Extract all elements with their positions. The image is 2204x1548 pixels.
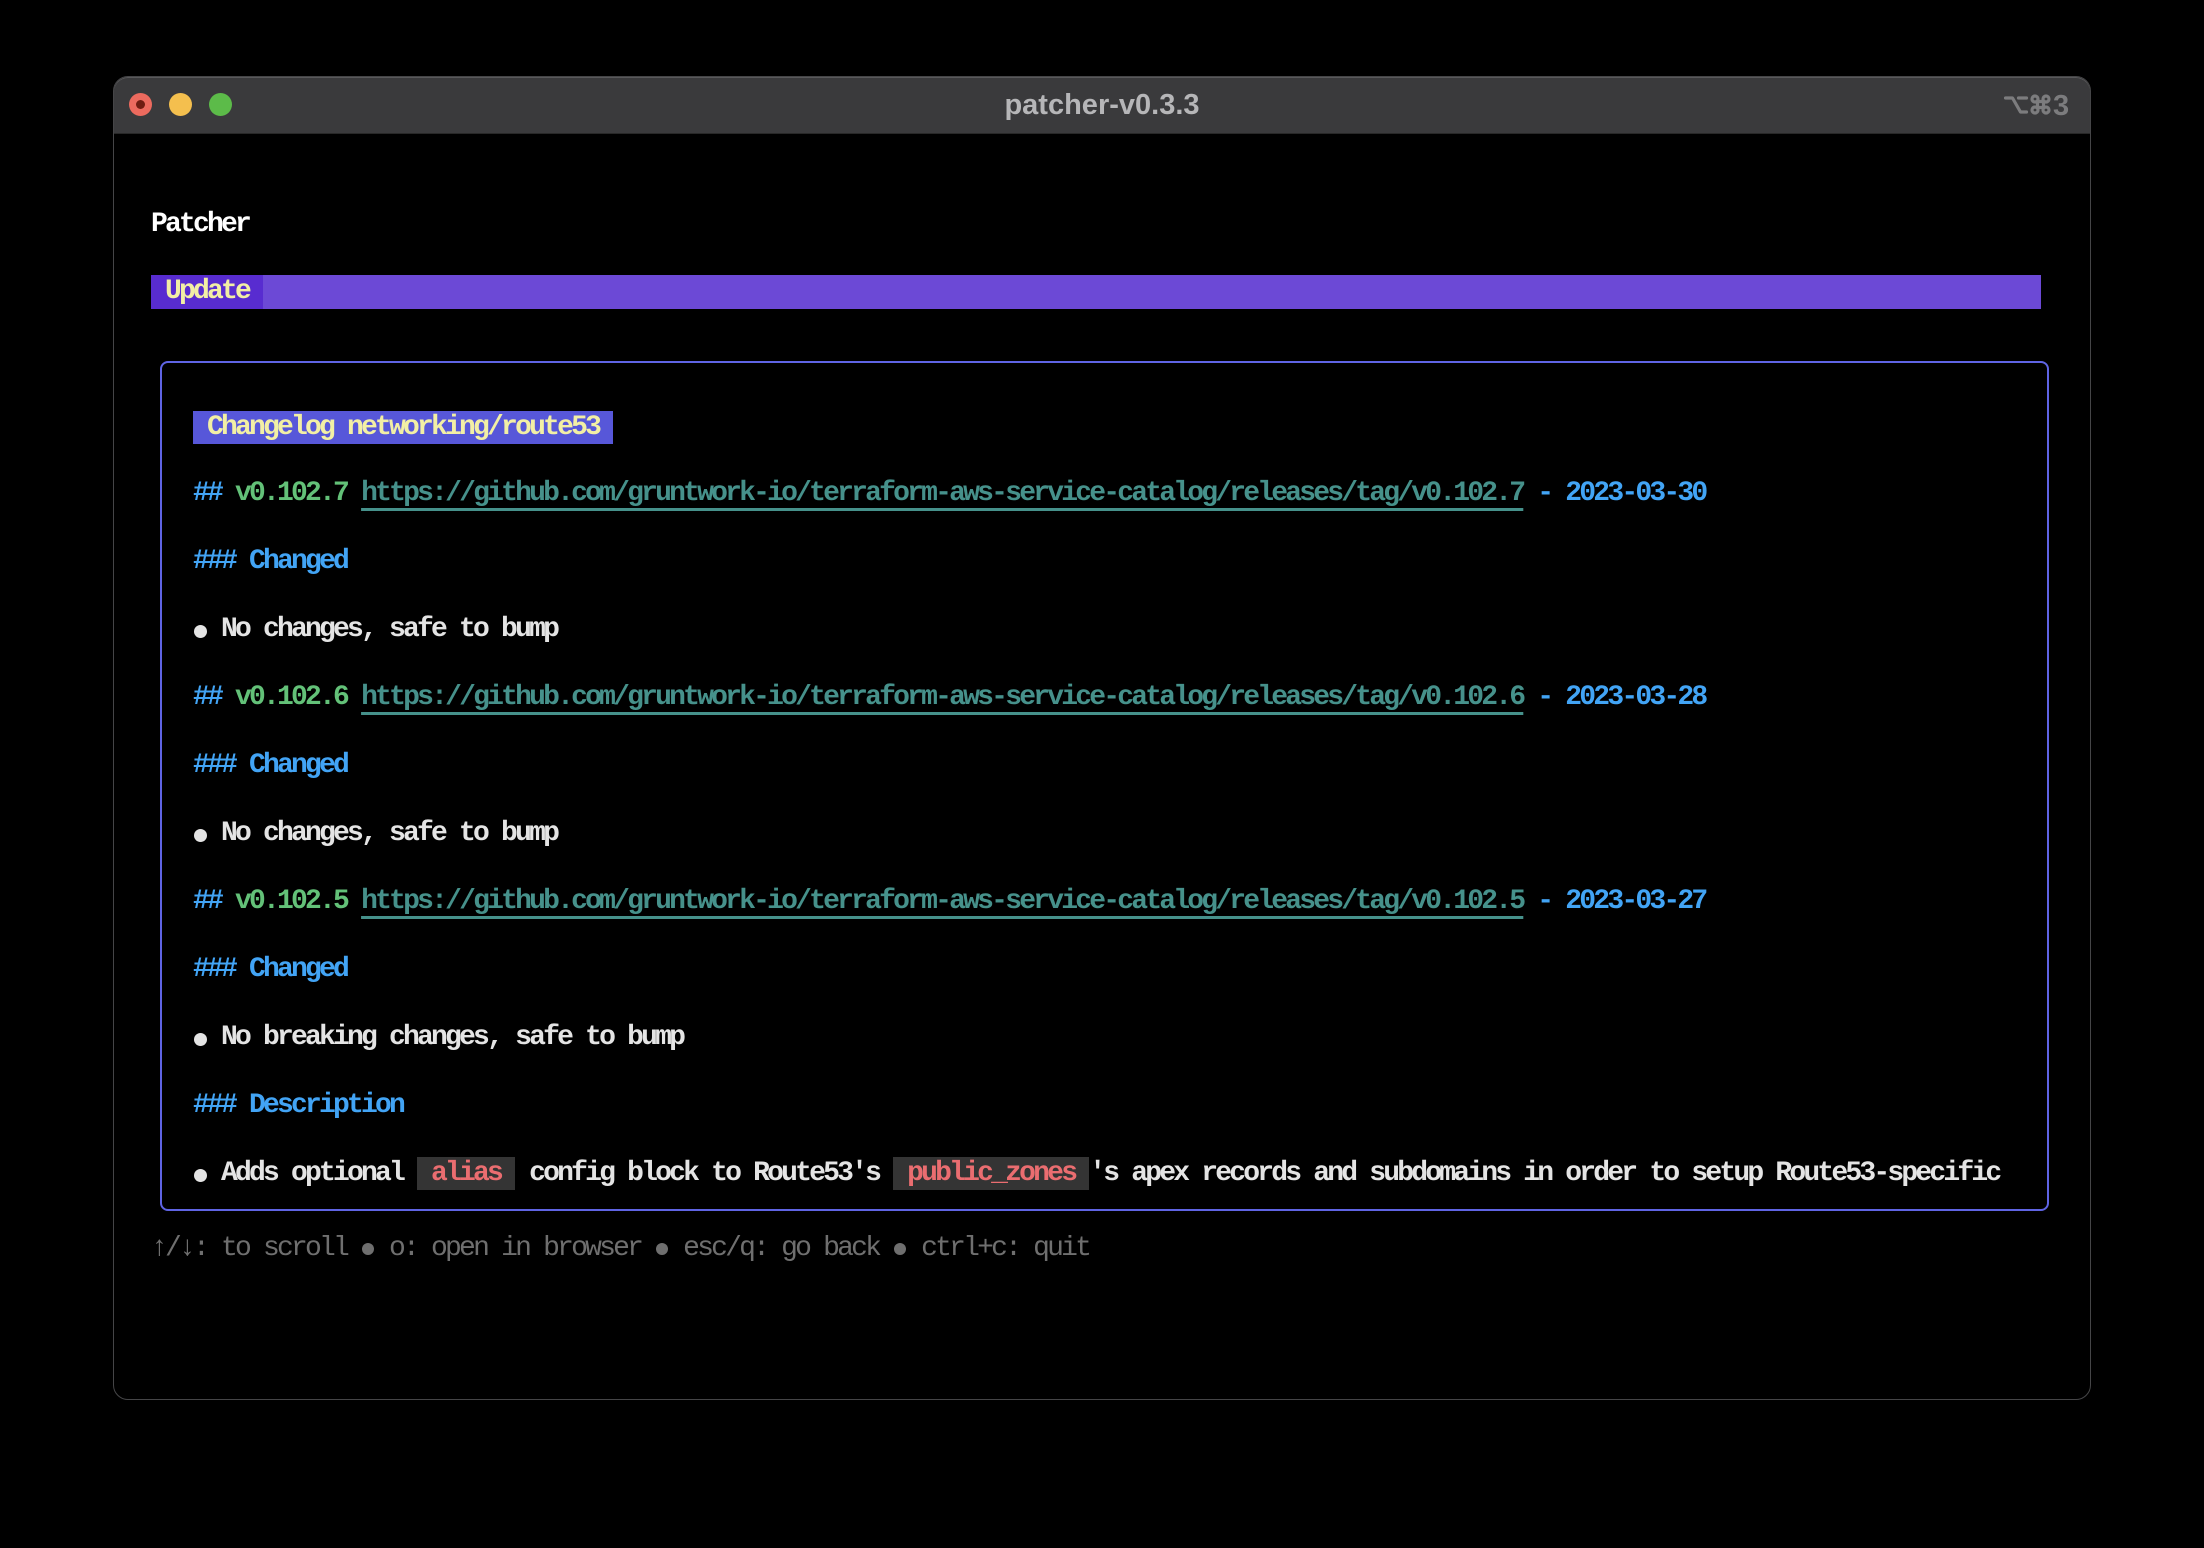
svg-text:3: 3 xyxy=(2053,90,2069,122)
